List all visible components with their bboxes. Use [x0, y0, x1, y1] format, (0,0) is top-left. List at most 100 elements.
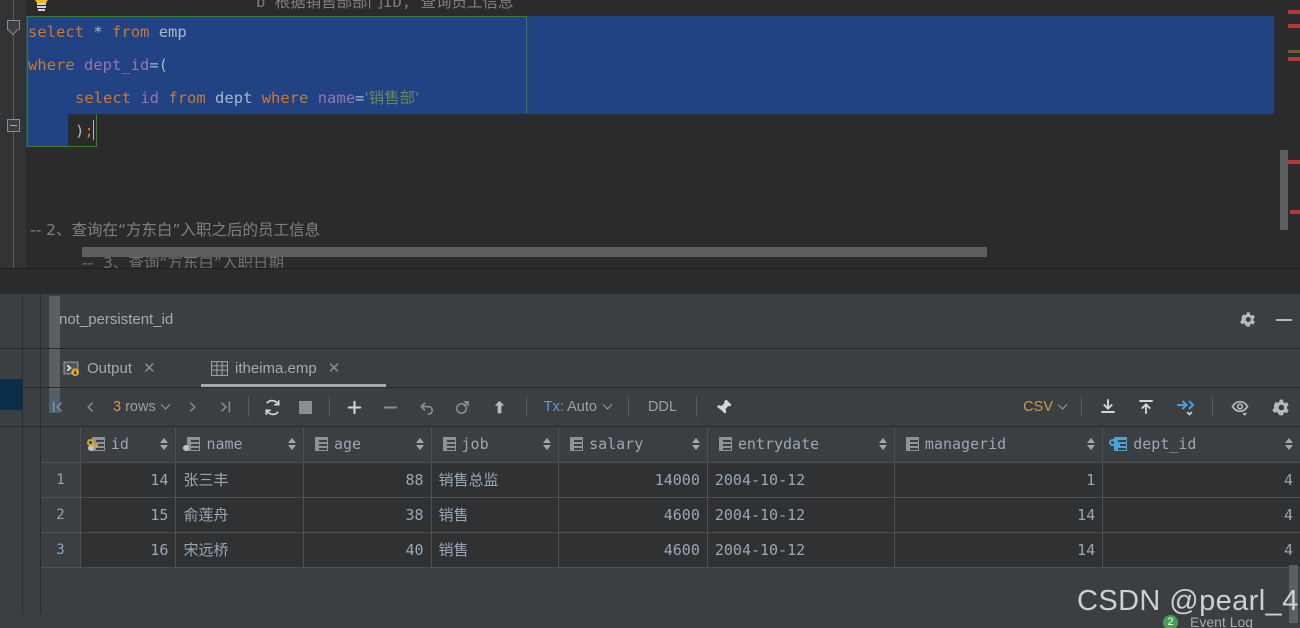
database-results-tool-window: not_persistent_id Output ✕ itheima.emp ✕…: [0, 294, 1300, 628]
error-marker[interactable]: [1288, 57, 1300, 61]
tool-window-left-strip[interactable]: [0, 294, 23, 628]
toolbar-separator: [1212, 397, 1213, 417]
prev-page-button[interactable]: [75, 388, 105, 426]
cell-managerid[interactable]: 14: [894, 497, 1104, 533]
sort-arrows-icon[interactable]: [1087, 438, 1096, 451]
error-marker[interactable]: [1290, 210, 1300, 214]
error-marker[interactable]: [1288, 160, 1300, 164]
cell-entrydate[interactable]: 2004-10-12: [707, 497, 895, 533]
minus-icon[interactable]: [373, 388, 409, 426]
sql-column-name: name: [317, 89, 356, 107]
cell-job[interactable]: 销售: [431, 532, 560, 568]
compare-arrows-icon[interactable]: [1165, 388, 1205, 426]
upload-icon[interactable]: [1127, 388, 1165, 426]
minimize-icon[interactable]: [1276, 319, 1292, 321]
cell-name[interactable]: 宋远桥: [175, 532, 304, 568]
transaction-mode-selector[interactable]: Tx: Auto: [534, 388, 621, 426]
column-header-name[interactable]: name: [175, 427, 304, 463]
cell-age[interactable]: 88: [303, 462, 432, 498]
cell-dept-id[interactable]: 4: [1102, 462, 1300, 498]
editor-error-markers[interactable]: [1288, 0, 1300, 268]
tool-window-scroll-track[interactable]: [23, 294, 60, 628]
error-marker[interactable]: [1288, 24, 1300, 28]
cell-salary[interactable]: 4600: [558, 497, 708, 533]
undo-icon[interactable]: [409, 388, 445, 426]
warning-marker[interactable]: [1288, 50, 1300, 53]
export-format-selector[interactable]: CSV: [1015, 388, 1074, 426]
cell-name[interactable]: 俞莲舟: [175, 497, 304, 533]
cell-entrydate[interactable]: 2004-10-12: [707, 532, 895, 568]
editor-results-splitter[interactable]: [0, 268, 1300, 294]
table-row[interactable]: 3 16 宋远桥 40 销售 4600 2004-10-12 14 4: [41, 532, 1300, 568]
code-fold-marker-close[interactable]: [7, 119, 20, 132]
cell-id[interactable]: 16: [80, 532, 177, 568]
plus-icon[interactable]: [337, 388, 373, 426]
column-header-age[interactable]: age: [303, 427, 432, 463]
sql-star: *: [93, 23, 103, 41]
table-row[interactable]: 1 14 张三丰 88 销售总监 14000 2004-10-12 1 4: [41, 462, 1300, 498]
column-header-id[interactable]: id: [80, 427, 177, 463]
chevron-down-icon: [602, 399, 613, 410]
sql-editor[interactable]: b 根据销售部部门ID, 查询员工信息 select * from emp wh…: [0, 0, 1300, 268]
toolbar-separator: [695, 397, 697, 417]
console-output-icon: [63, 360, 80, 377]
close-icon[interactable]: ✕: [143, 361, 156, 376]
cell-job[interactable]: 销售总监: [431, 462, 560, 498]
column-header-entrydate[interactable]: entrydate: [707, 427, 895, 463]
column-header-job[interactable]: job: [431, 427, 560, 463]
editor-gutter[interactable]: [0, 0, 26, 268]
editor-code-area[interactable]: b 根据销售部部门ID, 查询员工信息 select * from emp wh…: [26, 0, 1300, 268]
cell-id[interactable]: 14: [80, 462, 177, 498]
ddl-button[interactable]: DDL: [636, 388, 689, 426]
code-line-1: select * from emp: [28, 16, 187, 49]
sql-keyword-from: from: [112, 23, 150, 41]
sort-arrows-icon[interactable]: [160, 438, 169, 451]
sort-arrows-icon[interactable]: [691, 438, 700, 451]
rollback-icon[interactable]: [445, 388, 481, 426]
row-count-selector[interactable]: 3 rows: [105, 388, 177, 426]
cell-entrydate[interactable]: 2004-10-12: [707, 462, 895, 498]
row-number: 1: [41, 462, 81, 498]
cell-managerid[interactable]: 1: [894, 462, 1104, 498]
settings-gear-icon[interactable]: [1260, 388, 1300, 426]
pin-icon[interactable]: [704, 388, 744, 426]
tool-window-header: not_persistent_id: [40, 294, 1300, 348]
cell-id[interactable]: 15: [80, 497, 177, 533]
cell-managerid[interactable]: 14: [894, 532, 1104, 568]
sort-arrows-icon[interactable]: [1285, 438, 1293, 451]
cell-salary[interactable]: 4600: [558, 532, 708, 568]
close-icon[interactable]: ✕: [328, 361, 341, 376]
sort-arrows-icon[interactable]: [543, 438, 552, 451]
cell-dept-id[interactable]: 4: [1102, 532, 1300, 568]
column-header-managerid[interactable]: managerid: [894, 427, 1104, 463]
last-page-button[interactable]: [209, 388, 241, 426]
cell-dept-id[interactable]: 4: [1102, 497, 1300, 533]
column-header-dept-id[interactable]: dept_id: [1102, 427, 1300, 463]
cell-age[interactable]: 40: [303, 532, 432, 568]
eye-icon[interactable]: [1220, 388, 1260, 426]
editor-vertical-scrollbar[interactable]: [1280, 150, 1288, 230]
table-column-icon: [439, 437, 456, 452]
cell-age[interactable]: 38: [303, 497, 432, 533]
watermark-text: CSDN @pearl_456: [1077, 585, 1300, 617]
table-row[interactable]: 2 15 俞莲舟 38 销售 4600 2004-10-12 14 4: [41, 497, 1300, 533]
editor-horizontal-scrollbar[interactable]: [82, 247, 987, 257]
sort-arrows-icon[interactable]: [288, 438, 296, 451]
first-page-button[interactable]: [41, 388, 75, 426]
cell-job[interactable]: 销售: [431, 497, 560, 533]
refresh-icon[interactable]: [256, 388, 290, 426]
cell-name[interactable]: 张三丰: [175, 462, 304, 498]
cell-salary[interactable]: 14000: [558, 462, 708, 498]
tab-output[interactable]: Output ✕: [53, 349, 166, 387]
upload-arrow-icon[interactable]: [481, 388, 519, 426]
sort-arrows-icon[interactable]: [415, 438, 424, 451]
next-page-button[interactable]: [177, 388, 209, 426]
error-marker[interactable]: [1288, 10, 1300, 14]
gear-icon[interactable]: [1238, 310, 1257, 329]
column-header-salary[interactable]: salary: [558, 427, 708, 463]
download-icon[interactable]: [1089, 388, 1127, 426]
sort-arrows-icon[interactable]: [878, 438, 887, 451]
toolbar-separator: [247, 397, 249, 417]
stop-icon[interactable]: [290, 388, 322, 426]
tab-itheima-emp[interactable]: itheima.emp ✕: [201, 349, 350, 387]
